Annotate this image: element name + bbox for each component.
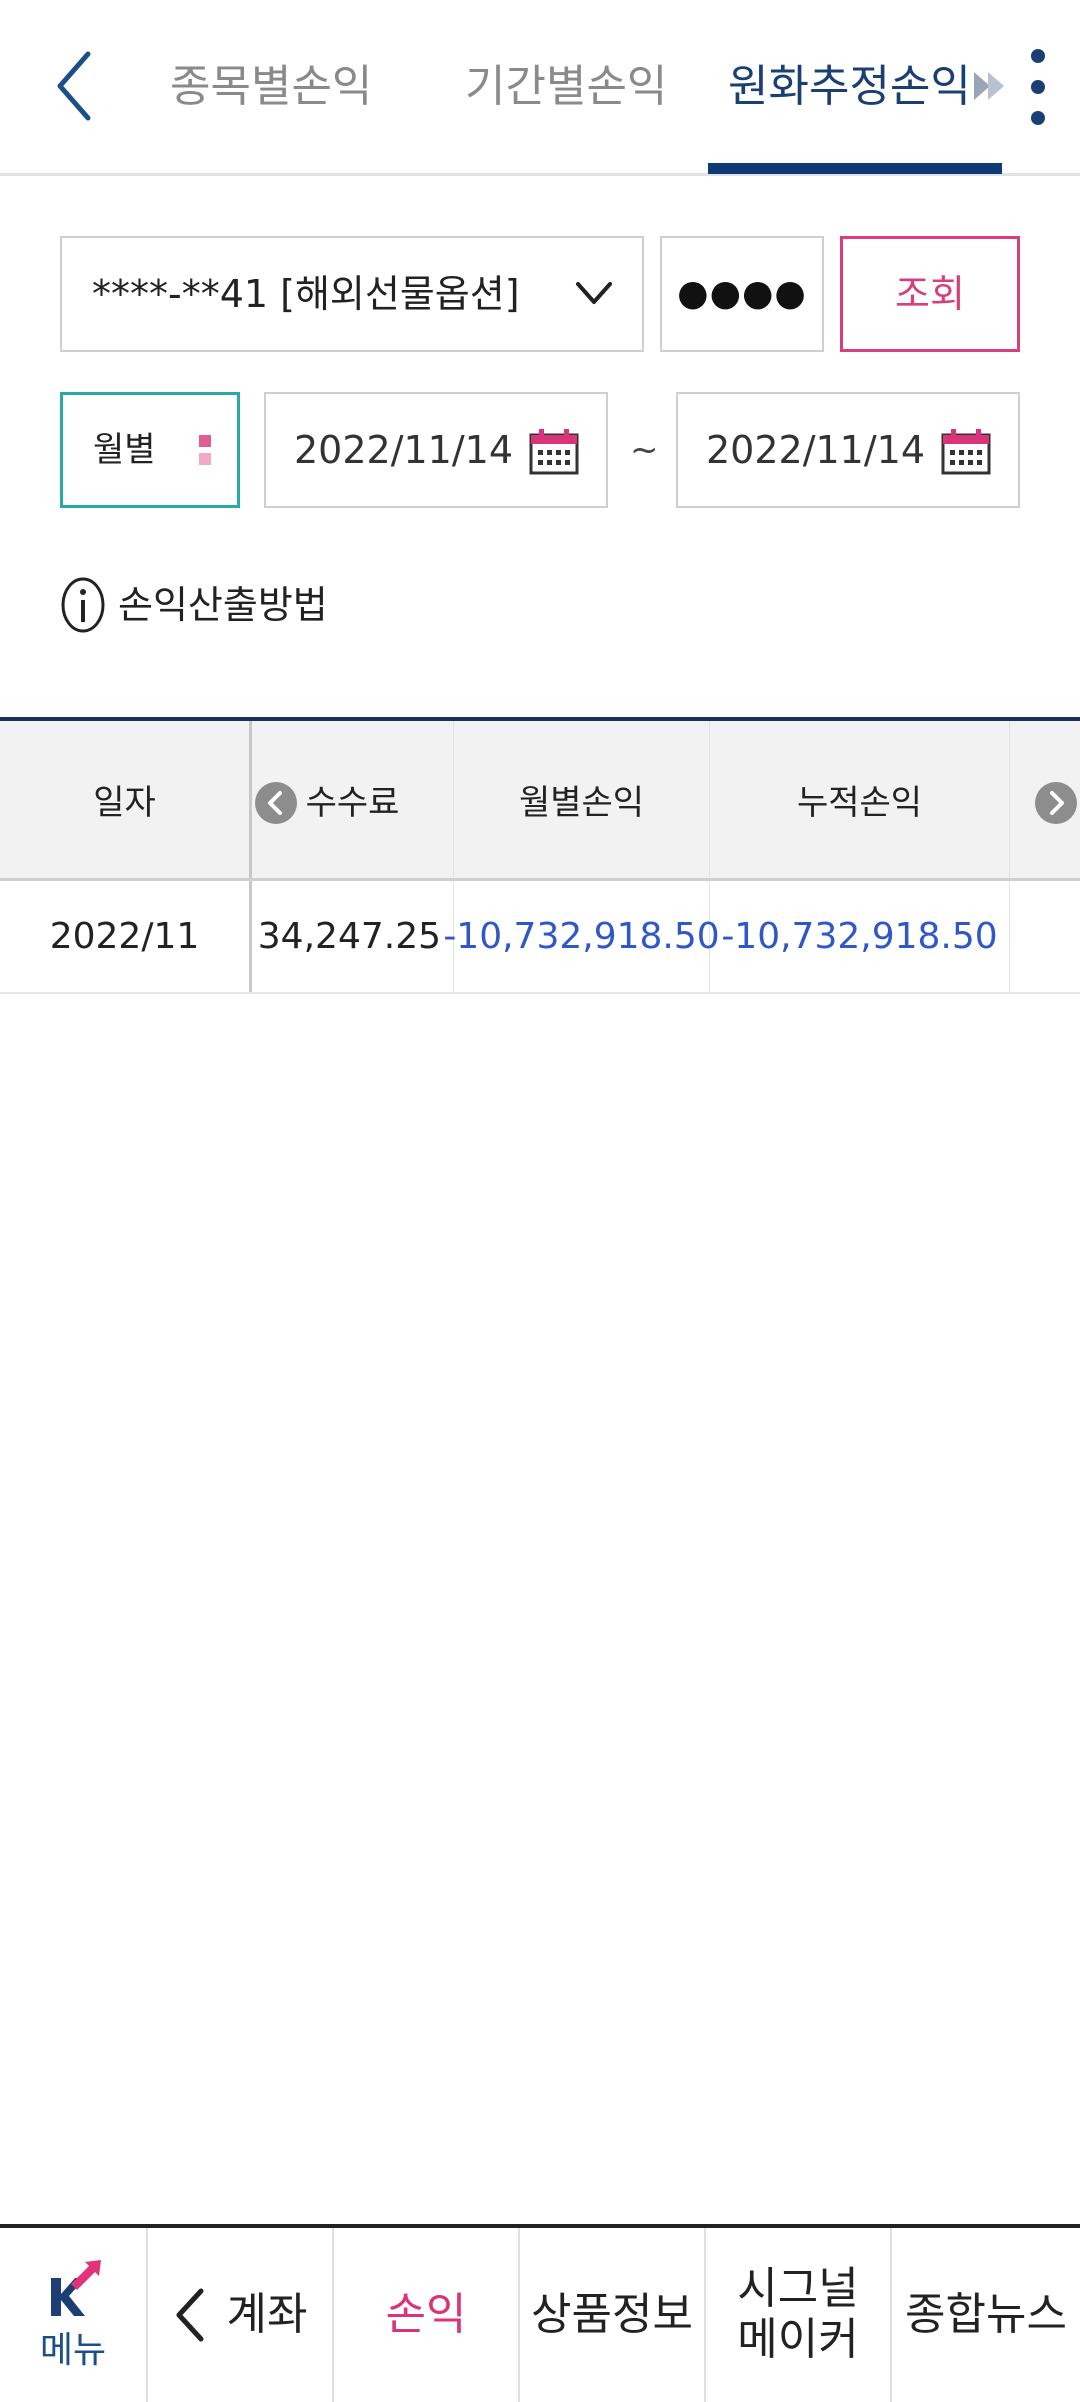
table-row[interactable]: 2022/11 34,247.25 -10,732,918.50 -10,732… — [0, 881, 1080, 994]
bottom-nav-signal-maker[interactable]: 시그널 메이커 — [706, 2228, 892, 2402]
cell-date: 2022/11 — [0, 881, 252, 992]
period-mode-select[interactable]: 월별 — [60, 392, 240, 508]
cell-fee: 34,247.25 — [252, 881, 454, 992]
bottom-nav-menu[interactable]: 메뉴 — [0, 2228, 148, 2402]
top-tab-bar: 종목별손익 기간별손익 원화추정손익 — [0, 0, 1080, 176]
active-tab-indicator — [708, 163, 1002, 174]
date-range-separator: ~ — [630, 430, 659, 470]
bottom-nav-pnl[interactable]: 손익 — [334, 2228, 520, 2402]
pnl-calculation-method-label: 손익산출방법 — [118, 583, 328, 627]
chevron-left-icon — [57, 51, 91, 121]
password-mask: ●●●● — [677, 273, 807, 314]
chevron-down-icon — [576, 282, 612, 304]
table-header: 일자 수수료 월별손익 누적손익 — [0, 717, 1080, 881]
dropdown-marker-icon — [199, 435, 211, 465]
column-header-date: 일자 — [0, 721, 252, 878]
tab-period-pnl[interactable]: 기간별손익 — [465, 52, 667, 122]
bottom-nav-signal-line1: 시그널 — [737, 2263, 859, 2315]
tab-scroll-right-icon[interactable] — [970, 66, 1010, 106]
account-select[interactable]: ****-**41 [해외선물옵션] — [60, 236, 644, 352]
bottom-nav-signal-line2: 메이커 — [737, 2314, 859, 2365]
scroll-left-icon[interactable] — [254, 781, 298, 825]
password-field[interactable]: ●●●● — [660, 236, 824, 352]
start-date-field[interactable]: 2022/11/14 — [264, 392, 608, 508]
calendar-icon[interactable] — [940, 428, 992, 476]
bottom-nav-menu-label: 메뉴 — [39, 2330, 107, 2372]
info-icon — [61, 577, 105, 633]
tab-krw-estimated-pnl[interactable]: 원화추정손익 — [728, 52, 971, 122]
bottom-nav-product-info[interactable]: 상품정보 — [520, 2228, 706, 2402]
account-value: ****-**41 [해외선물옵션] — [92, 272, 520, 316]
end-date-value: 2022/11/14 — [706, 428, 926, 472]
end-date-field[interactable]: 2022/11/14 — [676, 392, 1020, 508]
scroll-right-icon[interactable] — [1034, 781, 1078, 825]
k-logo-icon — [51, 2260, 101, 2317]
period-mode-value: 월별 — [93, 430, 156, 470]
start-date-value: 2022/11/14 — [294, 428, 514, 472]
chevron-left-icon — [176, 2288, 204, 2342]
bottom-nav-news[interactable]: 종합뉴스 — [892, 2228, 1080, 2402]
bottom-nav-account-label: 계좌 — [226, 2288, 308, 2340]
calendar-icon[interactable] — [528, 428, 580, 476]
bottom-nav-account[interactable]: 계좌 — [148, 2228, 334, 2402]
column-header-monthly-pnl: 월별손익 — [454, 721, 710, 878]
column-header-cumulative-pnl: 누적손익 — [710, 721, 1010, 878]
kebab-menu-icon[interactable] — [1020, 44, 1056, 130]
cell-monthly-pnl: -10,732,918.50 — [443, 881, 720, 992]
query-button[interactable]: 조회 — [840, 236, 1020, 352]
bottom-nav: 메뉴 계좌 손익 상품정보 시그널 메이커 종합뉴스 — [0, 2224, 1080, 2402]
back-button[interactable] — [50, 46, 100, 126]
cell-cumulative-pnl: -10,732,918.50 — [710, 881, 1010, 992]
tab-item-pnl[interactable]: 종목별손익 — [170, 52, 372, 122]
cell-more — [1010, 881, 1080, 992]
